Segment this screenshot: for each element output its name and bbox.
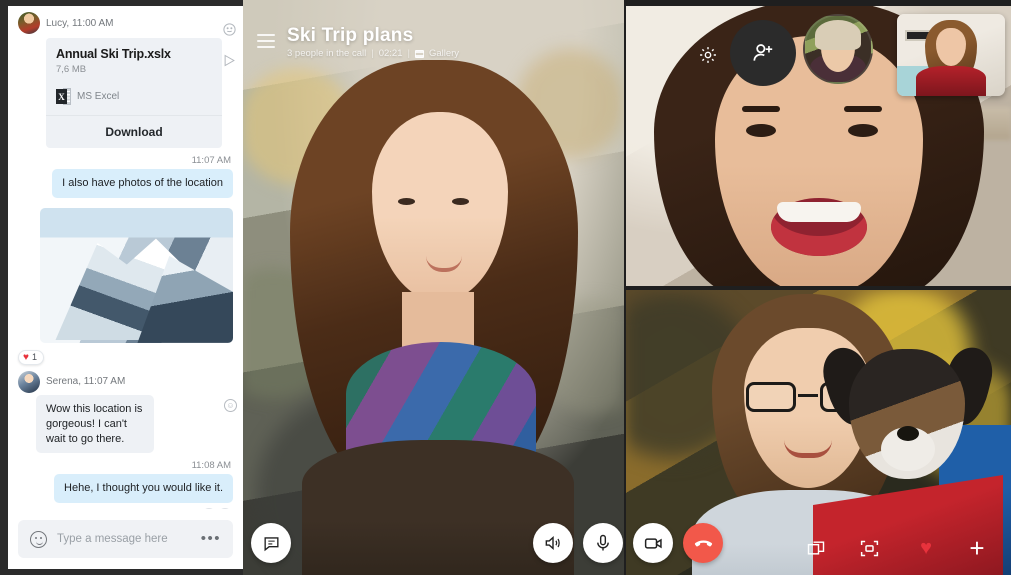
reaction-count: 1 <box>31 352 37 363</box>
forward-icon[interactable] <box>222 53 237 68</box>
video-call-stage: Ski Trip plans 3 people in the call | 02… <box>243 0 1011 575</box>
smiley-icon[interactable] <box>30 530 47 548</box>
end-call-icon <box>694 539 712 547</box>
message-bubble[interactable]: Hehe, I thought you would like it. <box>54 474 233 504</box>
snapshot-button[interactable] <box>858 537 880 559</box>
message-input[interactable]: Type a message here <box>57 533 191 545</box>
message-row: I also have photos of the location <box>8 169 243 198</box>
add-person-icon <box>753 44 773 61</box>
file-card[interactable]: Annual Ski Trip.xslx 7,6 MB X MS Excel D… <box>46 38 222 148</box>
end-call-button[interactable] <box>683 523 723 563</box>
speaker-icon <box>545 536 560 550</box>
snapshot-icon <box>860 540 878 556</box>
participant-avatar[interactable] <box>803 14 873 84</box>
reaction-badge[interactable]: ♥ 1 <box>18 349 44 365</box>
gallery-icon <box>414 49 424 58</box>
self-view-tile[interactable] <box>897 14 1005 96</box>
avatar <box>18 12 40 34</box>
participant-count: 3 people in the call <box>287 48 367 59</box>
message-bubble[interactable]: Wow this location is gorgeous! I can't w… <box>36 394 154 454</box>
file-card-body: Annual Ski Trip.xslx 7,6 MB X MS Excel <box>46 38 222 115</box>
file-name: Annual Ski Trip.xslx <box>56 47 171 61</box>
camera-button[interactable] <box>633 523 673 563</box>
file-type-label: MS Excel <box>77 91 120 102</box>
call-duration: 02:21 <box>378 48 403 59</box>
message-sender-row: Lucy, 11:00 AM <box>18 6 233 36</box>
photo-message-row <box>8 198 243 343</box>
message-row: Wow this location is gorgeous! I can't w… <box>8 394 243 454</box>
chat-toggle-button[interactable] <box>251 523 291 563</box>
message-sender-row: Serena, 11:07 AM <box>18 365 233 395</box>
speaker-button[interactable] <box>533 523 573 563</box>
message-tools <box>222 22 237 68</box>
message-timestamp: 11:08 AM <box>191 460 231 472</box>
message-row: Hehe, I thought you would like it. <box>8 474 243 504</box>
participant-video-tile-2[interactable] <box>626 290 1011 575</box>
avatar <box>18 370 40 393</box>
heart-reaction-button[interactable]: ♥ <box>915 537 937 559</box>
add-person-button[interactable] <box>730 20 796 86</box>
view-mode-label[interactable]: Gallery <box>429 48 459 59</box>
camera-icon <box>644 537 662 549</box>
call-subtitle: 3 people in the call | 02:21 | Gallery <box>287 48 459 59</box>
incoming-message: Serena, 11:07 AM <box>8 365 243 395</box>
page-title: Ski Trip plans <box>287 25 414 46</box>
main-video-tile[interactable] <box>243 0 624 575</box>
skype-call-window: Lucy, 11:00 AM Annual Ski Trip.xslx 7,6 … <box>0 0 1011 575</box>
screen-share-button[interactable] <box>805 537 827 559</box>
message-input-wrapper[interactable]: Type a message here ••• <box>18 520 233 558</box>
emoji-react-icon[interactable]: ☺ <box>224 398 237 412</box>
message-composer: Type a message here ••• <box>8 509 243 569</box>
add-more-button[interactable]: + <box>966 533 988 563</box>
separator: | <box>407 48 410 59</box>
file-size: 7,6 MB <box>56 64 87 75</box>
emoji-react-icon[interactable] <box>222 22 237 37</box>
chat-panel: Lucy, 11:00 AM Annual Ski Trip.xslx 7,6 … <box>8 6 243 569</box>
photo-attachment[interactable] <box>40 207 233 343</box>
file-message: Lucy, 11:00 AM Annual Ski Trip.xslx 7,6 … <box>8 6 243 148</box>
gear-icon[interactable] <box>698 45 718 65</box>
sender-name: Serena, 11:07 AM <box>46 376 126 388</box>
file-type-row: X MS Excel <box>56 88 212 105</box>
chat-message-list[interactable]: Lucy, 11:00 AM Annual Ski Trip.xslx 7,6 … <box>8 6 243 509</box>
separator: | <box>371 48 374 59</box>
hamburger-icon[interactable] <box>257 34 275 48</box>
microphone-icon <box>597 534 609 551</box>
heart-icon: ♥ <box>23 351 29 363</box>
download-button[interactable]: Download <box>46 115 222 148</box>
excel-icon: X <box>56 88 71 105</box>
chat-bubble-icon <box>263 536 279 551</box>
screen-share-icon <box>807 541 825 555</box>
sender-name: Lucy, 11:00 AM <box>46 17 114 29</box>
ellipsis-icon[interactable]: ••• <box>201 531 221 546</box>
microphone-button[interactable] <box>583 523 623 563</box>
message-timestamp: 11:07 AM <box>191 155 231 166</box>
message-bubble[interactable]: I also have photos of the location <box>52 169 233 198</box>
